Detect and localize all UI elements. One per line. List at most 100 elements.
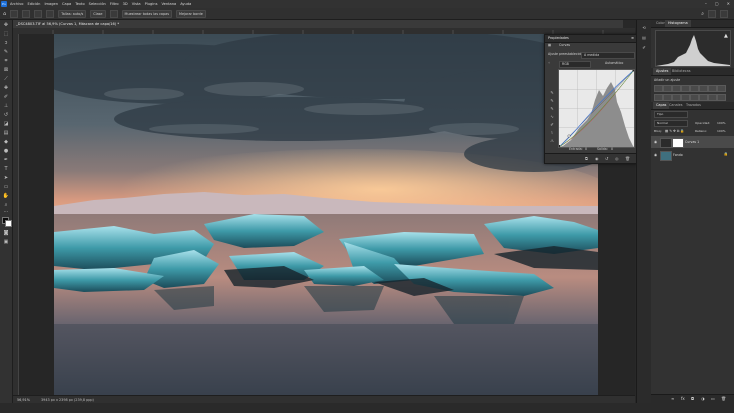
gradient-tool-icon[interactable]: ▤ xyxy=(2,130,10,137)
levels-icon[interactable] xyxy=(663,85,672,92)
opacity-value[interactable]: 100% xyxy=(717,120,726,126)
menu-archivo[interactable]: Archivo xyxy=(10,1,23,7)
history-panel-icon[interactable]: ⟲ xyxy=(640,24,648,31)
sample-all-layers-checkbox[interactable]: Muestrear todas las capas xyxy=(121,9,173,18)
layer-mask-thumbnail[interactable] xyxy=(672,138,684,148)
background-color-swatch[interactable] xyxy=(5,220,12,227)
style-dropdown[interactable]: Clase xyxy=(90,9,106,18)
input-value[interactable]: 0 xyxy=(585,147,587,152)
history-brush-tool-icon[interactable]: ↺ xyxy=(2,112,10,119)
black-white-icon[interactable] xyxy=(717,85,726,92)
hand-tool-icon[interactable]: ✋ xyxy=(2,193,10,200)
size-dropdown[interactable]: Tallas: auto/s xyxy=(58,9,87,18)
tab-histogram[interactable]: Histograma xyxy=(665,20,691,27)
smooth-icon[interactable]: ⌇ xyxy=(548,129,556,137)
screen-mode-icon[interactable]: ▣ xyxy=(2,239,10,246)
preset-dropdown[interactable]: A medida xyxy=(581,52,635,59)
layer-filter-dropdown[interactable]: Tipo xyxy=(654,111,688,118)
menu-texto[interactable]: Texto xyxy=(75,1,84,7)
workspace-icon[interactable] xyxy=(708,9,716,18)
healing-brush-tool-icon[interactable]: ✚ xyxy=(2,85,10,92)
menu-filtro[interactable]: Filtro xyxy=(110,1,119,7)
menu-imagen[interactable]: Imagen xyxy=(44,1,58,7)
fill-value[interactable]: 100% xyxy=(717,128,726,134)
menu-edicion[interactable]: Edición xyxy=(27,1,40,7)
blend-mode-dropdown[interactable]: Normal xyxy=(654,120,688,127)
brightness-contrast-icon[interactable] xyxy=(654,85,663,92)
move-tool-icon[interactable]: ✥ xyxy=(2,22,10,29)
clipping-warning-icon[interactable]: ⚠ xyxy=(548,137,556,145)
auto-button[interactable]: Automático xyxy=(605,61,623,66)
frame-tool-icon[interactable]: ⊠ xyxy=(2,67,10,74)
visibility-icon[interactable]: ◎ xyxy=(615,156,619,161)
path-selection-tool-icon[interactable]: ➤ xyxy=(2,175,10,182)
channel-dropdown[interactable]: RGB xyxy=(559,61,591,68)
tab-libraries[interactable]: Bibliotecas xyxy=(669,68,694,75)
gradient-map-icon[interactable] xyxy=(708,94,717,101)
output-value[interactable]: 0 xyxy=(611,147,613,152)
curve-edit-icon[interactable]: ∿ xyxy=(548,113,556,121)
share-icon[interactable] xyxy=(720,9,728,18)
channel-mixer-icon[interactable] xyxy=(663,94,672,101)
refine-edge-button[interactable]: Mejorar borde xyxy=(176,9,206,18)
curves-graph[interactable] xyxy=(558,69,635,148)
minimize-icon[interactable]: – xyxy=(705,1,707,7)
threshold-icon[interactable] xyxy=(699,94,708,101)
fx-icon[interactable]: fx xyxy=(681,396,685,401)
posterize-icon[interactable] xyxy=(690,94,699,101)
new-group-icon[interactable]: ▭ xyxy=(711,396,715,401)
lock-icons[interactable]: ▦✎✥⧉🔒 xyxy=(665,128,686,134)
marquee-tool-icon[interactable]: ⬚ xyxy=(2,31,10,38)
menu-ayuda[interactable]: Ayuda xyxy=(180,1,191,7)
quick-mask-icon[interactable]: ◙ xyxy=(2,230,10,237)
properties-panel-header[interactable]: Propiedades ≡ xyxy=(545,35,637,43)
view-previous-icon[interactable]: ◉ xyxy=(595,156,599,161)
hue-saturation-icon[interactable] xyxy=(699,85,708,92)
type-tool-icon[interactable]: T xyxy=(2,166,10,173)
eyedropper-tool-icon[interactable]: ⟋ xyxy=(2,76,10,83)
visibility-eye-icon[interactable]: ◉ xyxy=(654,140,657,144)
menu-capa[interactable]: Capa xyxy=(62,1,71,7)
close-icon[interactable]: ✕ xyxy=(727,1,730,7)
delete-icon[interactable]: 🗑 xyxy=(625,156,630,161)
invert-icon[interactable] xyxy=(681,94,690,101)
properties-panel[interactable]: Propiedades ≡ ▦ Curvas Ajuste preestable… xyxy=(544,34,638,164)
properties-panel-icon[interactable]: ▤ xyxy=(640,34,648,41)
pen-tool-icon[interactable]: ✒ xyxy=(2,157,10,164)
layer-row-curves[interactable]: ◉ Curvas 1 xyxy=(651,136,734,148)
delete-layer-icon[interactable]: 🗑 xyxy=(721,396,726,401)
black-point-eyedropper-icon[interactable]: ✎ xyxy=(548,89,556,97)
color-balance-icon[interactable] xyxy=(708,85,717,92)
photo-filter-icon[interactable] xyxy=(654,94,663,101)
color-lookup-icon[interactable] xyxy=(672,94,681,101)
add-mask-icon[interactable]: ◘ xyxy=(691,396,694,401)
exposure-icon[interactable] xyxy=(681,85,690,92)
reset-icon[interactable]: ↺ xyxy=(605,156,608,161)
clone-stamp-tool-icon[interactable]: ⊥ xyxy=(2,103,10,110)
panel-menu-icon[interactable]: ≡ xyxy=(631,35,634,42)
pencil-icon[interactable]: ✐ xyxy=(548,121,556,129)
white-point-eyedropper-icon[interactable]: ✎ xyxy=(548,105,556,113)
menu-vista[interactable]: Vista xyxy=(132,1,141,7)
menu-plugins[interactable]: Plugins xyxy=(145,1,158,7)
canvas-image[interactable] xyxy=(54,34,598,395)
crop-tool-icon[interactable]: ⌗ xyxy=(2,58,10,65)
tool-preset-icon[interactable] xyxy=(10,9,19,18)
brush-tool-icon[interactable]: ✐ xyxy=(2,94,10,101)
subtract-selection-icon[interactable] xyxy=(46,9,55,18)
search-icon[interactable]: ⌕ xyxy=(701,11,704,17)
blur-tool-icon[interactable]: ◆ xyxy=(2,139,10,146)
more-tools-icon[interactable]: ⋯ xyxy=(2,209,10,216)
brush-panel-icon[interactable]: ✐ xyxy=(640,44,648,51)
maximize-icon[interactable]: ▢ xyxy=(715,1,719,7)
rectangle-tool-icon[interactable]: ▭ xyxy=(2,184,10,191)
menu-seleccion[interactable]: Selección xyxy=(89,1,106,7)
quick-selection-tool-icon[interactable]: ✎ xyxy=(2,49,10,56)
menu-3d[interactable]: 3D xyxy=(123,1,128,7)
tab-paths[interactable]: Trazados xyxy=(683,102,704,109)
layer-row-fondo[interactable]: ◉ Fondo 🔒 xyxy=(651,149,734,161)
new-selection-icon[interactable] xyxy=(22,9,31,18)
zoom-tool-icon[interactable]: ⌕ xyxy=(2,202,10,209)
vibrance-icon[interactable] xyxy=(690,85,699,92)
home-icon[interactable]: ⌂ xyxy=(3,11,6,17)
